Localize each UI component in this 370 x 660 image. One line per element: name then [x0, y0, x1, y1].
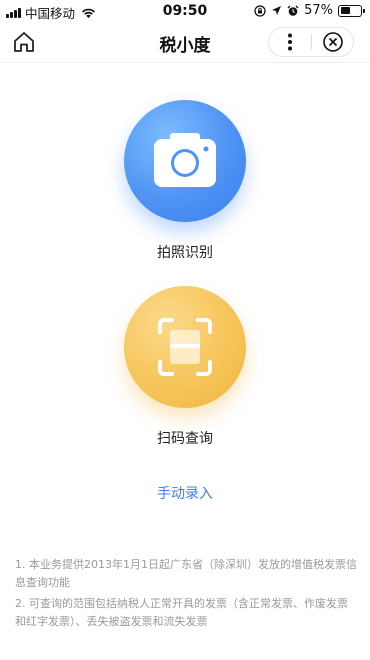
alarm-icon: [287, 5, 299, 16]
camera-icon: [154, 133, 216, 187]
battery-percent: 57%: [304, 3, 333, 18]
scan-query-label: 扫码查询: [157, 431, 213, 447]
notes: 1. 本业务提供2013年1月1日起广东省（除深圳）发放的增值税发票信息查询功能…: [15, 556, 357, 634]
note-item: 1. 本业务提供2013年1月1日起广东省（除深圳）发放的增值税发票信息查询功能: [15, 558, 357, 589]
nav-bar: 税小度: [0, 22, 370, 63]
scan-query-button[interactable]: 扫码查询: [0, 286, 370, 448]
more-button[interactable]: [269, 28, 311, 56]
status-bar: 中国移动 09:50 57%: [0, 0, 370, 22]
manual-entry-link[interactable]: 手动录入: [0, 483, 370, 503]
photo-circle: [124, 100, 246, 222]
screen-lock-icon: [254, 4, 266, 17]
photo-recognition-button[interactable]: 拍照识别: [0, 100, 370, 262]
note-item: 2. 可查询的范围包括纳税人正常开具的发票（含正常发票、作废发票和红字发票）、丢…: [15, 597, 348, 628]
close-button[interactable]: [312, 28, 354, 56]
scan-icon: [158, 318, 212, 376]
close-icon: [323, 32, 343, 52]
mini-program-capsule: [268, 27, 354, 57]
battery-fill: [340, 7, 351, 14]
scan-circle: [124, 286, 246, 408]
photo-recognition-label: 拍照识别: [157, 245, 213, 261]
status-right: 57%: [254, 3, 365, 18]
page: 中国移动 09:50 57% 税小度 拍照识别 扫码查询 手动录入 1. 本业务…: [0, 0, 370, 660]
location-icon: [272, 6, 282, 15]
more-icon: [288, 33, 292, 51]
battery-icon: [338, 4, 365, 17]
